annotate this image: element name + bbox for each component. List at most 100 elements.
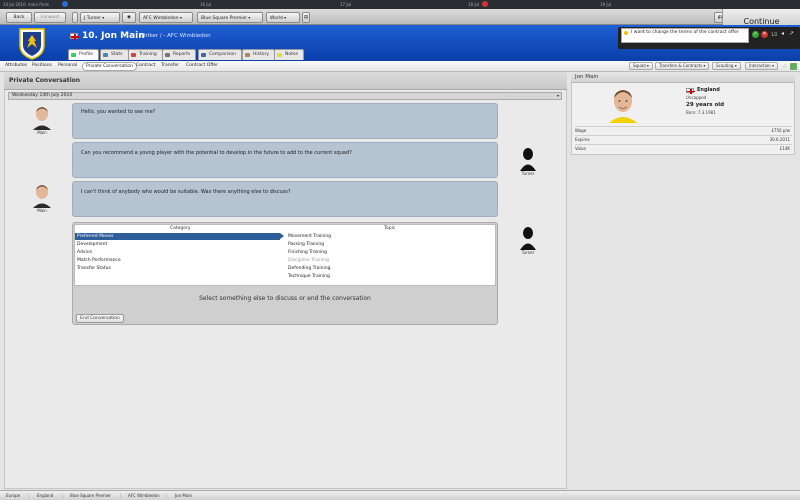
- breadcrumb: Europe | England | Blue Square Premier |…: [0, 490, 800, 500]
- row-value: £14K: [779, 146, 790, 151]
- tab-training[interactable]: Training: [128, 49, 163, 60]
- player-summary-title: Jon Main: [571, 72, 795, 83]
- forward-button[interactable]: Forward: [34, 12, 66, 23]
- date-text: Wednesday 14th July 2010: [12, 93, 73, 98]
- wage-row: Wage £750 p/w: [575, 126, 792, 134]
- accept-icon[interactable]: ✓: [752, 31, 759, 38]
- timeline-date: 14 Jul 2010: [3, 2, 26, 7]
- value-row: Value £14K: [575, 144, 792, 152]
- choice-prompt: Select something else to discuss or end …: [199, 295, 371, 302]
- category-item[interactable]: Development: [75, 241, 280, 248]
- star-icon[interactable]: ☆: [782, 63, 787, 70]
- speaker-label: Turner: [521, 171, 535, 176]
- shortlist-icon[interactable]: [790, 63, 797, 70]
- player-avatar: [31, 104, 53, 130]
- conversation-date: Wednesday 14th July 2010 ▾: [8, 92, 562, 100]
- speaker-label: Main: [37, 130, 47, 135]
- squad-menu[interactable]: Squad: [629, 62, 653, 70]
- topic-item[interactable]: Finishing Training: [288, 249, 327, 256]
- home-icon[interactable]: [72, 12, 78, 23]
- breadcrumb-item[interactable]: AFC Wimbledon: [128, 493, 160, 498]
- player-role: Striker / - AFC Wimbledon: [140, 33, 211, 39]
- tab-comparison[interactable]: Comparison: [198, 49, 242, 60]
- message-bubble: Can you recommend a young player with th…: [72, 142, 498, 178]
- category-item[interactable]: Preferred Moves: [75, 233, 284, 240]
- decline-icon[interactable]: ✕: [761, 31, 768, 38]
- manager-avatar: [520, 148, 536, 171]
- player-age: 29 years old: [686, 102, 725, 108]
- player-avatar: [31, 182, 53, 208]
- subnav-contract-offer[interactable]: Contract Offer: [186, 63, 218, 68]
- breadcrumb-separator: |: [166, 493, 168, 498]
- manager-avatar: [520, 227, 536, 250]
- breadcrumb-item[interactable]: Jon Main: [175, 493, 192, 498]
- category-item[interactable]: Transfer Status: [75, 265, 280, 272]
- tab-reports[interactable]: Reports: [162, 49, 197, 60]
- region-dropdown[interactable]: World: [266, 12, 300, 23]
- topic-item[interactable]: Movement Training: [288, 233, 331, 240]
- breadcrumb-item[interactable]: England: [37, 493, 53, 498]
- player-caps: Uncapped: [686, 95, 707, 100]
- link-icon[interactable]: ↗: [789, 31, 795, 37]
- speaker-label: Turner: [521, 250, 535, 255]
- category-item[interactable]: Match Performance: [75, 257, 280, 264]
- subnav-private-conversation[interactable]: Private Conversation: [82, 62, 137, 71]
- message-bubble: Hello, you wanted to see me?: [72, 103, 498, 139]
- row-label: Value: [575, 146, 586, 151]
- league-dropdown[interactable]: Blue Square Premier: [197, 12, 263, 23]
- player-nation: England: [697, 87, 720, 93]
- transfers-contracts-menu[interactable]: Transfers & Contracts: [655, 62, 710, 70]
- scouting-menu[interactable]: Scouting: [712, 62, 741, 70]
- topic-item[interactable]: Defending Training: [288, 265, 330, 272]
- tab-notes[interactable]: Notes: [274, 49, 304, 60]
- subnav-attributes[interactable]: Attributes: [5, 63, 27, 68]
- manager-dropdown[interactable]: J Turner: [80, 12, 120, 23]
- tab-label: Comparison: [209, 52, 236, 57]
- breadcrumb-item[interactable]: Europe: [6, 493, 20, 498]
- message-bubble: I can't think of anybody who would be su…: [72, 181, 498, 217]
- tab-label: Stats: [111, 52, 123, 57]
- subnav-personal[interactable]: Personal: [58, 63, 77, 68]
- breadcrumb-separator: |: [28, 493, 30, 498]
- alert-icon: [624, 31, 628, 35]
- eye-icon[interactable]: ◉: [122, 12, 136, 23]
- timeline-marker: 19 Jul: [600, 2, 612, 7]
- chevron-down-icon[interactable]: ▾: [557, 93, 559, 99]
- timeline-next: main finds: [28, 2, 49, 7]
- notification-message[interactable]: I want to change the terms of the contra…: [621, 28, 749, 43]
- club-dropdown[interactable]: AFC Wimbledon: [139, 12, 193, 23]
- player-name: 10. Jon Main: [82, 31, 145, 41]
- tab-label: Profile: [79, 52, 93, 57]
- timeline-marker: 17 Jul: [340, 2, 352, 7]
- topic-item[interactable]: Technique Training: [288, 273, 330, 280]
- timeline-bar: 14 Jul 2010 main finds 16 Jul 17 Jul 18 …: [0, 0, 800, 9]
- top-navigation: Back Forward J Turner ◉ AFC Wimbledon Bl…: [0, 9, 800, 34]
- topic-header: Topic: [384, 226, 396, 231]
- row-label: Expires: [575, 137, 590, 142]
- notes-icon[interactable]: ▤: [302, 12, 310, 23]
- tab-label: Training: [139, 52, 157, 57]
- expand-icon[interactable]: ◂: [781, 31, 787, 37]
- tab-stats[interactable]: Stats: [100, 49, 129, 60]
- breadcrumb-separator: |: [62, 493, 64, 498]
- row-value: £750 p/w: [771, 128, 790, 133]
- panel-title: Private Conversation: [4, 72, 567, 90]
- subnav-transfer[interactable]: Transfer: [161, 63, 179, 68]
- subnav-positions[interactable]: Positions: [32, 63, 52, 68]
- player-born: Born: 7.3.1981: [686, 110, 716, 115]
- tab-history[interactable]: History: [242, 49, 276, 60]
- event-icon: [482, 1, 488, 7]
- end-conversation-button[interactable]: End Conversation: [76, 314, 124, 323]
- tab-label: History: [253, 52, 270, 57]
- tab-label: Reports: [173, 52, 191, 57]
- breadcrumb-item[interactable]: Blue Square Premier: [70, 493, 111, 498]
- back-button[interactable]: Back: [6, 12, 32, 23]
- row-label: Wage: [575, 128, 587, 133]
- subnav-contract[interactable]: Contract: [136, 63, 155, 68]
- timeline-marker: 18 Jul: [468, 2, 480, 7]
- breadcrumb-separator: |: [120, 493, 122, 498]
- topic-item[interactable]: Passing Training: [288, 241, 324, 248]
- tab-profile[interactable]: Profile: [68, 49, 99, 60]
- interaction-menu[interactable]: Interaction: [745, 62, 778, 70]
- category-item[interactable]: Advice: [75, 249, 280, 256]
